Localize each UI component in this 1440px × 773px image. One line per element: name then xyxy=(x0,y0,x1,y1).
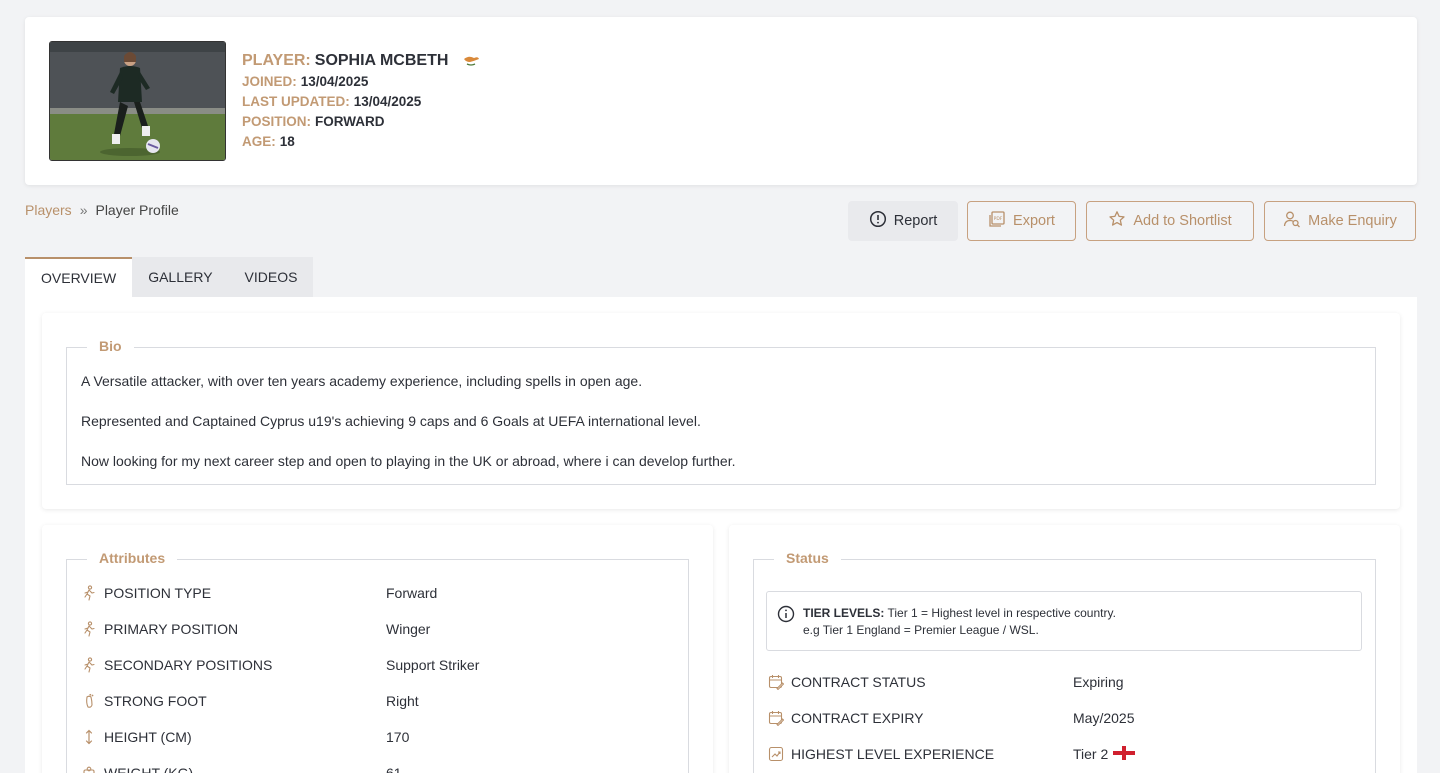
tier-levels-desc: Tier 1 = Highest level in respective cou… xyxy=(887,606,1116,620)
star-icon xyxy=(1108,210,1126,232)
age-label: AGE: xyxy=(242,134,276,149)
attribute-value: Right xyxy=(386,693,419,709)
bio-card: Bio A Versatile attacker, with over ten … xyxy=(42,313,1400,509)
player-header-card: PLAYER: SOPHIA MCBETH JOINED: 13/04/2025 … xyxy=(25,17,1417,185)
calendar-edit-icon xyxy=(768,674,784,690)
status-row: CONTRACT EXPIRY May/2025 xyxy=(768,708,1134,728)
shortlist-label: Add to Shortlist xyxy=(1133,213,1232,229)
alert-circle-icon xyxy=(869,210,887,232)
tab-overview[interactable]: OVERVIEW xyxy=(25,257,133,297)
pdf-export-icon: PDF xyxy=(988,210,1006,232)
status-label: HIGHEST LEVEL EXPERIENCE xyxy=(791,746,995,762)
attribute-label: SECONDARY POSITIONS xyxy=(104,657,273,673)
position-value: FORWARD xyxy=(315,114,385,129)
export-button[interactable]: PDF Export xyxy=(967,201,1076,241)
status-title: Status xyxy=(774,550,841,566)
attribute-value: 61 xyxy=(386,765,402,773)
updated-row: LAST UPDATED: 13/04/2025 xyxy=(242,92,482,112)
breadcrumb-players-link[interactable]: Players xyxy=(25,202,72,218)
england-flag-icon xyxy=(1113,745,1136,763)
attributes-card: Attributes POSITION TYPE Forward PRIMARY… xyxy=(42,525,713,773)
bio-fieldset: Bio A Versatile attacker, with over ten … xyxy=(66,338,1376,485)
status-label: CONTRACT EXPIRY xyxy=(791,710,924,726)
svg-text:PDF: PDF xyxy=(994,216,1003,222)
attribute-row: PRIMARY POSITION Winger xyxy=(81,619,430,639)
attributes-title: Attributes xyxy=(87,550,178,566)
age-value: 18 xyxy=(279,134,295,149)
breadcrumb-current: Player Profile xyxy=(95,202,179,218)
height-icon xyxy=(81,729,97,745)
tier-levels-info: TIER LEVELS: Tier 1 = Highest level in r… xyxy=(766,591,1362,651)
attribute-label: PRIMARY POSITION xyxy=(104,621,239,637)
attribute-label: HEIGHT (CM) xyxy=(104,729,192,745)
status-card: Status TIER LEVELS: Tier 1 = Highest lev… xyxy=(729,525,1400,773)
player-name: SOPHIA MCBETH xyxy=(314,52,449,69)
add-to-shortlist-button[interactable]: Add to Shortlist xyxy=(1086,201,1254,241)
attributes-fieldset: Attributes POSITION TYPE Forward PRIMARY… xyxy=(66,550,689,773)
joined-value: 13/04/2025 xyxy=(300,74,369,89)
attribute-value: 170 xyxy=(386,729,410,745)
age-row: AGE: 18 xyxy=(242,132,482,152)
chart-icon xyxy=(768,746,784,762)
attribute-value: Forward xyxy=(386,585,438,601)
export-label: Export xyxy=(1013,213,1055,229)
position-row: POSITION: FORWARD xyxy=(242,112,482,132)
bio-paragraph: Represented and Captained Cyprus u19's a… xyxy=(81,413,701,429)
status-value: Tier 2 xyxy=(1073,746,1109,762)
attribute-value: Support Striker xyxy=(386,657,480,673)
profile-tabs: OVERVIEW GALLERY VIDEOS xyxy=(25,257,314,297)
status-row: CONTRACT STATUS Expiring xyxy=(768,672,1124,692)
attribute-label: POSITION TYPE xyxy=(104,585,212,601)
position-label: POSITION: xyxy=(242,114,312,129)
breadcrumb-separator: » xyxy=(79,202,88,218)
joined-row: JOINED: 13/04/2025 xyxy=(242,72,482,92)
status-row: HIGHEST LEVEL EXPERIENCE Tier 2 xyxy=(768,744,1136,764)
weight-icon xyxy=(81,765,97,773)
tab-gallery[interactable]: GALLERY xyxy=(132,257,228,297)
cyprus-flag-icon xyxy=(460,53,482,69)
calendar-edit-icon xyxy=(768,710,784,726)
running-icon xyxy=(81,657,97,673)
joined-label: JOINED: xyxy=(242,74,297,89)
tier-levels-bold: TIER LEVELS: xyxy=(803,606,885,620)
attribute-label: STRONG FOOT xyxy=(104,693,207,709)
attribute-label: WEIGHT (KG) xyxy=(104,765,194,773)
report-button[interactable]: Report xyxy=(848,201,958,241)
player-photo xyxy=(49,41,226,161)
attribute-value: Winger xyxy=(386,621,431,637)
bio-paragraph: A Versatile attacker, with over ten year… xyxy=(81,373,643,389)
status-label: CONTRACT STATUS xyxy=(791,674,926,690)
player-info: PLAYER: SOPHIA MCBETH JOINED: 13/04/2025 … xyxy=(242,50,482,152)
updated-label: LAST UPDATED: xyxy=(242,94,350,109)
player-label: PLAYER: xyxy=(242,52,311,69)
running-icon xyxy=(81,621,97,637)
make-enquiry-button[interactable]: Make Enquiry xyxy=(1264,201,1416,241)
attribute-row: HEIGHT (CM) 170 xyxy=(81,727,409,747)
enquiry-label: Make Enquiry xyxy=(1308,213,1397,229)
tab-videos[interactable]: VIDEOS xyxy=(229,257,314,297)
attribute-row: SECONDARY POSITIONS Support Striker xyxy=(81,655,479,675)
running-icon xyxy=(81,585,97,601)
bio-paragraph: Now looking for my next career step and … xyxy=(81,453,736,469)
bio-text: A Versatile attacker, with over ten year… xyxy=(81,373,736,493)
player-name-row: PLAYER: SOPHIA MCBETH xyxy=(242,50,482,72)
status-fieldset: Status TIER LEVELS: Tier 1 = Highest lev… xyxy=(753,550,1376,773)
foot-icon xyxy=(81,693,97,709)
tier-levels-text: TIER LEVELS: Tier 1 = Highest level in r… xyxy=(803,605,1116,639)
tier-levels-example: e.g Tier 1 England = Premier League / WS… xyxy=(803,623,1039,637)
status-value-wrap: Tier 2 xyxy=(1073,745,1136,763)
report-label: Report xyxy=(893,213,938,229)
attribute-row: POSITION TYPE Forward xyxy=(81,583,437,603)
breadcrumb: Players » Player Profile xyxy=(25,202,179,218)
status-value: Expiring xyxy=(1073,674,1124,690)
info-icon xyxy=(777,605,795,623)
bio-title: Bio xyxy=(87,338,134,354)
updated-value: 13/04/2025 xyxy=(353,94,422,109)
attribute-row: STRONG FOOT Right xyxy=(81,691,419,711)
user-search-icon xyxy=(1283,210,1301,232)
attribute-row: WEIGHT (KG) 61 xyxy=(81,763,402,773)
status-value: May/2025 xyxy=(1073,710,1135,726)
